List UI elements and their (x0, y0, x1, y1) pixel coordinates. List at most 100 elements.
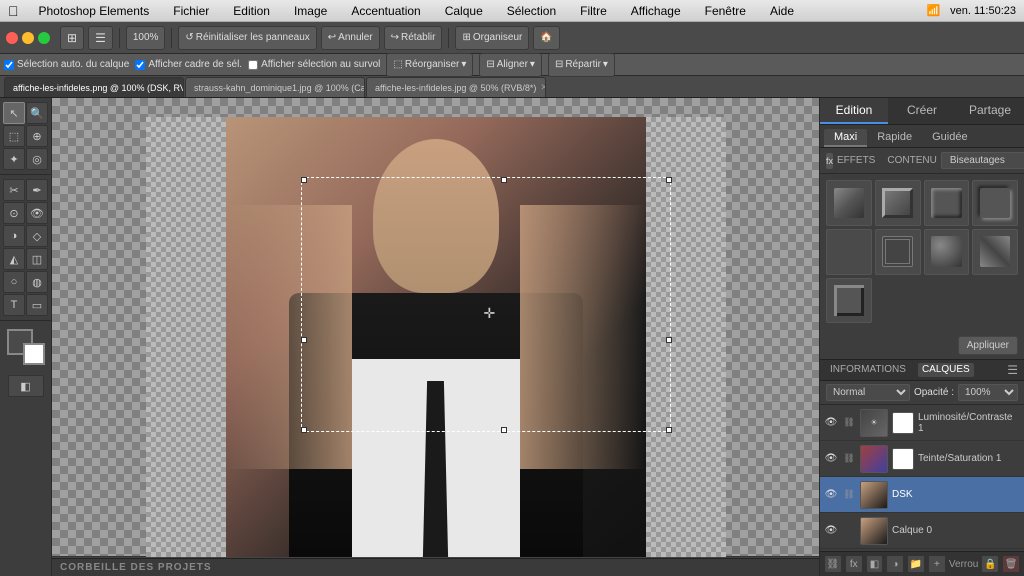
layer-visibility-3[interactable]: 👁 (824, 488, 838, 502)
zoom-tool[interactable]: 🔍 (26, 102, 48, 124)
effets-tab[interactable]: EFFETS (837, 155, 875, 166)
menu-fichier[interactable]: Fichier (169, 4, 213, 18)
layer-item-teinte[interactable]: 👁 ⛓ Teinte/Saturation 1 (820, 441, 1024, 477)
crop-tool[interactable]: ✂ (3, 179, 25, 201)
blur-tool[interactable]: ◍ (26, 271, 48, 293)
doc-tab-3[interactable]: affiche-les-infideles.jpg @ 50% (RVB/8*)… (366, 77, 546, 97)
menu-aide[interactable]: Aide (766, 4, 798, 18)
red-eye-tool[interactable]: 👁 (26, 202, 48, 224)
tab-edition[interactable]: Edition (820, 98, 888, 124)
gradient-tool[interactable]: ◫ (26, 248, 48, 270)
blend-mode-row: Normal Multiplier Écran Opacité : 100% 7… (820, 381, 1024, 405)
maximize-button[interactable] (38, 32, 50, 44)
subtab-maxi[interactable]: Maxi (824, 129, 867, 147)
brush-tool[interactable]: ◑ (3, 225, 25, 247)
minimize-button[interactable] (22, 32, 34, 44)
link-layers-btn[interactable]: ⛓ (824, 555, 842, 573)
annuler-btn[interactable]: ↩ Annuler (321, 26, 380, 50)
bevel-item-6[interactable] (875, 229, 921, 275)
magic-wand-tool[interactable]: ✦ (3, 148, 25, 170)
lock-btn[interactable]: 🔒 (981, 555, 999, 573)
layer-visibility-4[interactable]: 👁 (824, 524, 838, 538)
close-button[interactable] (6, 32, 18, 44)
thumbnail-view-btn[interactable]: ⊞ (60, 26, 84, 50)
list-view-btn[interactable]: ☰ (88, 26, 113, 50)
main-toolbar: ⊞ ☰ 100% ↺ Réinitialiser les panneaux ↩ … (0, 22, 1024, 54)
layer-item-luminosite[interactable]: 👁 ⛓ ☀ Luminosité/Contraste 1 (820, 405, 1024, 441)
quick-select-tool[interactable]: ◎ (26, 148, 48, 170)
blend-mode-select[interactable]: Normal Multiplier Écran (826, 384, 910, 401)
contenu-tab[interactable]: CONTENU (887, 155, 936, 166)
menu-selection[interactable]: Sélection (503, 4, 560, 18)
menu-photoshop[interactable]: Photoshop Elements (35, 4, 154, 18)
bevel-item-4[interactable] (972, 180, 1018, 226)
biseautages-select[interactable]: Biseautages Ombres portées Lueur extérie… (941, 152, 1024, 169)
bevel-item-3[interactable] (924, 180, 970, 226)
menu-edition[interactable]: Edition (229, 4, 274, 18)
quick-mask-btn[interactable]: ◧ (8, 375, 44, 397)
doc-tab-2[interactable]: strauss-kahn_dominique1.jpg @ 100% (Calq… (185, 77, 365, 97)
add-adjustment-btn[interactable]: ◑ (886, 555, 904, 573)
calques-tab[interactable]: CALQUES (918, 363, 974, 377)
layer-item-calque0[interactable]: 👁 Calque 0 (820, 513, 1024, 549)
menu-image[interactable]: Image (290, 4, 331, 18)
lasso-tool[interactable]: ⊕ (26, 125, 48, 147)
main-layout: ↖ 🔍 ⬚ ⊕ ✦ ◎ ✂ ✒ ⊙ 👁 ◑ ◇ (0, 98, 1024, 576)
toolbar-separator-1 (119, 28, 120, 48)
bevel-item-5[interactable] (826, 229, 872, 275)
layer-visibility-2[interactable]: 👁 (824, 452, 838, 466)
organiseur-btn[interactable]: ⊞ Organiseur (455, 26, 529, 50)
menu-calque[interactable]: Calque (441, 4, 487, 18)
subtab-guidee[interactable]: Guidée (922, 129, 977, 147)
menu-filtre[interactable]: Filtre (576, 4, 611, 18)
apply-button[interactable]: Appliquer (958, 336, 1018, 355)
subtab-rapide[interactable]: Rapide (867, 129, 922, 147)
tab-partage[interactable]: Partage (956, 98, 1024, 124)
menu-affichage[interactable]: Affichage (627, 4, 685, 18)
afficher-selection-option[interactable]: Afficher sélection au survol (248, 59, 380, 70)
menu-fenetre[interactable]: Fenêtre (701, 4, 750, 18)
selection-auto-option[interactable]: Sélection auto. du calque (4, 59, 129, 70)
aligner-btn[interactable]: ⊟ Aligner ▾ (479, 53, 542, 77)
eraser-tool[interactable]: ◇ (26, 225, 48, 247)
new-group-btn[interactable]: 📁 (907, 555, 925, 573)
home-btn[interactable]: 🏠 (533, 26, 559, 50)
move-tool[interactable]: ↖ (3, 102, 25, 124)
add-style-btn[interactable]: fx (845, 555, 863, 573)
menu-accentuation[interactable]: Accentuation (347, 4, 424, 18)
bevel-item-9[interactable] (826, 278, 872, 324)
bevel-item-1[interactable] (826, 180, 872, 226)
tab-creer[interactable]: Créer (888, 98, 956, 124)
transparent-area-right (646, 117, 726, 557)
text-tool[interactable]: T (3, 294, 25, 316)
selection-center: ✛ (484, 305, 496, 322)
bevel-item-2[interactable] (875, 180, 921, 226)
reorganiser-btn[interactable]: ⬚ Réorganiser ▾ (386, 53, 473, 77)
informations-tab[interactable]: INFORMATIONS (826, 363, 910, 377)
layer-visibility-1[interactable]: 👁 (824, 416, 838, 430)
color-swatches[interactable] (7, 329, 45, 365)
paint-bucket-tool[interactable]: ◭ (3, 248, 25, 270)
retablir-btn[interactable]: ↪ Rétablir (384, 26, 443, 50)
bevel-item-7[interactable] (924, 229, 970, 275)
apple-logo[interactable]:  (8, 3, 19, 19)
doc-tab-1[interactable]: affiche-les-infideles.png @ 100% (DSK, R… (4, 77, 184, 97)
new-layer-btn[interactable]: + (928, 555, 946, 573)
shape-tool[interactable]: ▭ (26, 294, 48, 316)
zoom-btn[interactable]: 100% (126, 26, 166, 50)
background-color[interactable] (23, 343, 45, 365)
marquee-tool[interactable]: ⬚ (3, 125, 25, 147)
spot-heal-tool[interactable]: ⊙ (3, 202, 25, 224)
opacity-select[interactable]: 100% 75% 50% (958, 384, 1018, 401)
panel-menu-icon[interactable]: ☰ (1007, 363, 1018, 377)
layer-item-dsk[interactable]: 👁 ⛓ DSK (820, 477, 1024, 513)
bevel-item-8[interactable] (972, 229, 1018, 275)
repartir-btn[interactable]: ⊟ Répartir ▾ (548, 53, 615, 77)
delete-layer-btn[interactable]: 🗑 (1002, 555, 1020, 573)
afficher-cadre-option[interactable]: Afficher cadre de sél. (135, 59, 242, 70)
eyedropper-tool[interactable]: ✒ (26, 179, 48, 201)
reinitialiser-btn[interactable]: ↺ Réinitialiser les panneaux (178, 26, 316, 50)
dodge-tool[interactable]: ○ (3, 271, 25, 293)
tab-close-3[interactable]: ✕ (540, 82, 546, 93)
add-mask-btn[interactable]: ◧ (866, 555, 884, 573)
